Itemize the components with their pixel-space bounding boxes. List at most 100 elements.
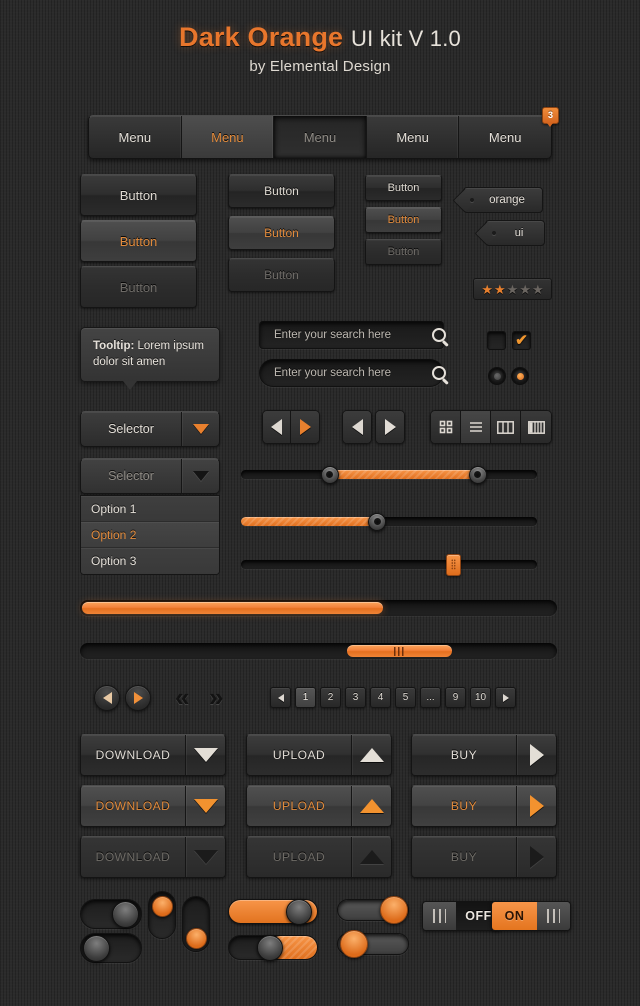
view-list-button[interactable] <box>461 411 491 443</box>
buy-button-disabled[interactable]: BUY <box>411 836 557 878</box>
upload-button-disabled[interactable]: UPLOAD <box>246 836 392 878</box>
toggle-dark-right[interactable] <box>80 899 142 929</box>
action-icon-slot[interactable] <box>351 735 391 775</box>
action-icon-slot[interactable] <box>185 837 225 877</box>
upload-button-hover[interactable]: UPLOAD <box>246 785 392 827</box>
search-icon[interactable] <box>432 366 446 380</box>
range-slider-handle-low[interactable] <box>320 465 339 484</box>
dropdown-option-3[interactable]: Option 3 <box>81 548 219 574</box>
next-button[interactable] <box>291 411 319 443</box>
menu-item-1[interactable]: Menu <box>89 116 182 158</box>
view-split-button[interactable] <box>521 411 551 443</box>
grip-slider-handle[interactable] <box>446 553 462 576</box>
toggle-handle[interactable] <box>186 928 207 949</box>
button-large-normal[interactable]: Button <box>80 174 197 216</box>
button-small-normal[interactable]: Button <box>365 175 442 201</box>
action-icon-slot[interactable] <box>185 786 225 826</box>
chevron-last-icon[interactable]: » <box>209 684 223 710</box>
action-icon-slot[interactable] <box>185 735 225 775</box>
prev-button[interactable] <box>343 411 371 443</box>
next-button[interactable] <box>376 411 404 443</box>
star-rating[interactable]: ★ ★ ★ ★ ★ <box>473 278 552 300</box>
toggle-handle[interactable] <box>286 898 312 925</box>
search-input[interactable] <box>274 329 428 341</box>
menu-item-3-pressed[interactable]: Menu <box>274 116 367 158</box>
star-icon-3[interactable]: ★ <box>507 283 519 296</box>
pagination-page-9[interactable]: 9 <box>445 687 466 708</box>
download-button-normal[interactable]: DOWNLOAD <box>80 734 226 776</box>
dropdown-option-1[interactable]: Option 1 <box>81 496 219 522</box>
chevron-first-icon[interactable]: « <box>175 684 189 710</box>
toggle-handle[interactable] <box>257 934 283 961</box>
pagination-page-10[interactable]: 10 <box>470 687 491 708</box>
toggle-on-labeled[interactable]: ON <box>491 901 571 931</box>
pagination-next[interactable] <box>495 687 516 708</box>
toggle-grey-left[interactable] <box>337 930 409 958</box>
download-button-hover[interactable]: DOWNLOAD <box>80 785 226 827</box>
pagination-page-1[interactable]: 1 <box>295 687 316 708</box>
range-slider[interactable] <box>241 465 537 484</box>
button-large-hover[interactable]: Button <box>80 220 197 262</box>
star-icon-4[interactable]: ★ <box>519 283 531 296</box>
scrollbar-thumb[interactable] <box>347 645 453 657</box>
toggle-off-labeled[interactable]: OFF <box>422 901 502 931</box>
checkbox-checked[interactable]: ✔ <box>512 331 531 350</box>
buy-button-hover[interactable]: BUY <box>411 785 557 827</box>
toggle-handle[interactable] <box>152 896 173 917</box>
star-icon-1[interactable]: ★ <box>481 283 493 296</box>
button-small-disabled[interactable]: Button <box>365 239 442 265</box>
radio-checked[interactable] <box>511 367 529 385</box>
search-field-rect[interactable] <box>259 321 446 349</box>
checkbox-unchecked[interactable] <box>487 331 506 350</box>
scrollbar-track[interactable] <box>80 643 557 659</box>
menu-item-2-active[interactable]: Menu <box>181 116 275 158</box>
selector-arrow-button[interactable] <box>181 412 219 446</box>
selector-closed[interactable]: Selector <box>80 411 220 447</box>
action-icon-slot[interactable] <box>351 837 391 877</box>
pagination-page-5[interactable]: 5 <box>395 687 416 708</box>
button-large-disabled[interactable]: Button <box>80 266 197 308</box>
range-slider-handle-high[interactable] <box>468 465 487 484</box>
selector-arrow-button[interactable] <box>181 459 219 493</box>
toggle-off-left-fill[interactable] <box>228 934 318 961</box>
single-slider[interactable] <box>241 512 537 531</box>
arrow-button-prev[interactable] <box>342 410 372 444</box>
circle-prev-button[interactable] <box>94 685 120 711</box>
star-icon-5[interactable]: ★ <box>532 283 544 296</box>
action-icon-slot[interactable] <box>516 786 556 826</box>
grip-slider[interactable] <box>241 553 537 576</box>
pagination-page-4[interactable]: 4 <box>370 687 391 708</box>
single-slider-handle[interactable] <box>368 512 387 531</box>
search-icon[interactable] <box>432 328 446 342</box>
toggle-grey-right[interactable] <box>337 896 409 924</box>
search-field-pill[interactable] <box>259 359 446 387</box>
toggle-handle[interactable] <box>112 900 139 928</box>
buy-button-normal[interactable]: BUY <box>411 734 557 776</box>
action-icon-slot[interactable] <box>516 735 556 775</box>
tag-orange[interactable]: orange <box>463 187 543 213</box>
toggle-vertical-bottom[interactable] <box>182 896 210 952</box>
toggle-handle[interactable] <box>380 896 408 924</box>
toggle-grip[interactable] <box>537 902 570 930</box>
toggle-vertical-top[interactable] <box>148 891 176 939</box>
button-small-hover[interactable]: Button <box>365 207 442 233</box>
button-medium-hover[interactable]: Button <box>228 216 335 250</box>
toggle-grip[interactable] <box>423 902 456 930</box>
pagination-page-2[interactable]: 2 <box>320 687 341 708</box>
tag-ui[interactable]: ui <box>485 220 545 246</box>
view-grid-button[interactable] <box>431 411 461 443</box>
prev-button[interactable] <box>263 411 291 443</box>
radio-unchecked[interactable] <box>488 367 506 385</box>
action-icon-slot[interactable] <box>516 837 556 877</box>
pagination-prev[interactable] <box>270 687 291 708</box>
arrow-button-next[interactable] <box>375 410 405 444</box>
download-button-disabled[interactable]: DOWNLOAD <box>80 836 226 878</box>
toggle-dark-left[interactable] <box>80 933 142 963</box>
toggle-handle[interactable] <box>340 930 368 958</box>
dropdown-option-2[interactable]: Option 2 <box>81 522 219 548</box>
menu-item-5[interactable]: Menu 3 <box>459 107 559 158</box>
circle-next-button[interactable] <box>125 685 151 711</box>
star-icon-2[interactable]: ★ <box>494 283 506 296</box>
button-medium-normal[interactable]: Button <box>228 174 335 208</box>
upload-button-normal[interactable]: UPLOAD <box>246 734 392 776</box>
